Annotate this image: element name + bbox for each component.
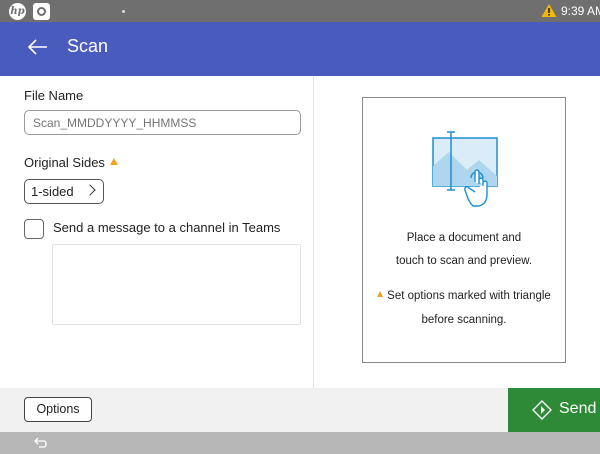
original-sides-label: Original Sides: [24, 155, 118, 170]
chevron-right-icon: [84, 184, 96, 196]
send-label: Send: [559, 400, 597, 417]
bottom-bar: Options Send: [0, 388, 600, 432]
page-title: Scan: [67, 36, 109, 56]
hp-logo-icon: hp: [9, 3, 26, 20]
title-bar: Scan: [0, 22, 600, 76]
original-sides-value: 1-sided: [31, 184, 74, 199]
status-bar: hp 9:39 AM: [0, 0, 600, 22]
nav-back-icon[interactable]: [33, 436, 47, 450]
back-arrow-icon[interactable]: [27, 36, 49, 58]
required-triangle-icon: [109, 158, 118, 165]
scan-preview-panel[interactable]: Place a document and touch to scan and p…: [362, 97, 566, 363]
teams-checkbox-label[interactable]: Send a message to a channel in Teams: [53, 220, 280, 235]
file-name-label: File Name: [24, 88, 84, 103]
teams-checkbox[interactable]: [24, 219, 44, 239]
navigation-bar: [0, 432, 600, 454]
status-time: 9:39 AM: [561, 4, 600, 18]
options-button[interactable]: Options: [24, 397, 92, 422]
warning-triangle-icon: [377, 291, 384, 297]
warning-icon[interactable]: [541, 3, 557, 18]
original-sides-label-text: Original Sides: [24, 155, 105, 170]
preview-note-text: Set options marked with triangle: [387, 290, 551, 302]
preview-note-line2: before scanning.: [421, 314, 507, 326]
preview-instruction-line2: touch to scan and preview.: [395, 255, 533, 267]
preview-instruction-line1: Place a document and: [406, 232, 522, 244]
send-button[interactable]: Send: [508, 388, 600, 432]
original-sides-button[interactable]: 1-sided: [24, 179, 104, 204]
pane-divider: [313, 76, 314, 388]
scan-document-illustration-icon: [432, 131, 498, 207]
preview-note-line1: Set options marked with triangle: [363, 290, 565, 302]
status-dot: [122, 10, 125, 13]
teams-message-area[interactable]: [52, 244, 301, 325]
app-icon: [33, 3, 50, 20]
file-name-input[interactable]: [24, 110, 301, 135]
send-diamond-icon: [532, 400, 552, 420]
